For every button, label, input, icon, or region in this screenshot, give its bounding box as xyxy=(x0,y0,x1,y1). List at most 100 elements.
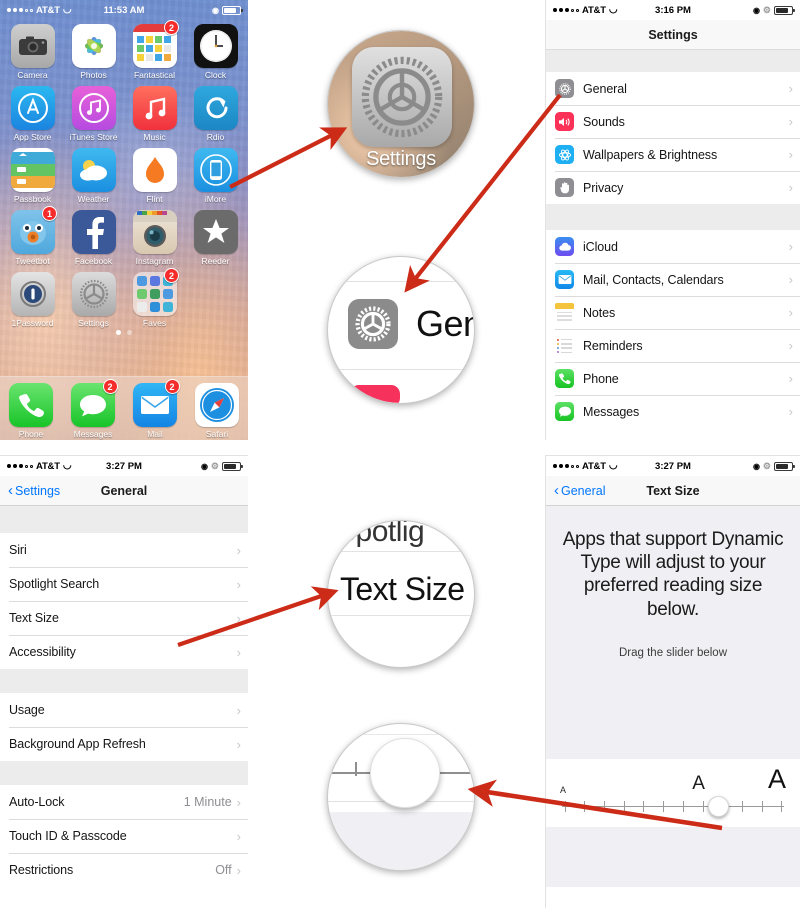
chevron-right-icon: › xyxy=(236,702,241,718)
settings-row-icloud[interactable]: iCloud › xyxy=(546,230,800,263)
settings-row-phone[interactable]: Phone › xyxy=(546,362,800,395)
general-row-touch-id-passcode[interactable]: Touch ID & Passcode › xyxy=(0,819,248,853)
status-right: ◉ xyxy=(212,5,243,15)
folder-faves[interactable]: 2 Faves xyxy=(128,268,181,328)
group-spacer xyxy=(0,669,248,693)
text-size-slider[interactable] xyxy=(560,796,786,817)
settings-group-2: iCloud › Mail, Contacts, Calendars › Not… xyxy=(546,230,800,428)
badge-count: 2 xyxy=(102,379,118,394)
sounds-speaker-icon xyxy=(555,112,574,131)
settings-row-reminders[interactable]: Reminders › xyxy=(546,329,800,362)
magnified-separator xyxy=(328,734,474,735)
magnified-slider-tick xyxy=(355,762,357,776)
row-label: Auto-Lock xyxy=(9,795,65,809)
app-rdio[interactable]: Rdio xyxy=(189,86,242,142)
app-imore[interactable]: iMore xyxy=(189,148,242,204)
app-photos[interactable]: Photos xyxy=(67,24,120,80)
settings-row-sounds[interactable]: Sounds › xyxy=(546,105,800,138)
row-value: Off xyxy=(215,863,232,877)
back-button[interactable]: ‹ General xyxy=(554,483,605,498)
magnified-separator xyxy=(328,281,474,282)
page-title: Settings xyxy=(648,27,698,42)
chevron-right-icon: › xyxy=(788,404,793,419)
settings-row-messages[interactable]: Messages › xyxy=(546,395,800,428)
magnified-footer-area xyxy=(328,812,474,870)
row-label: Accessibility xyxy=(9,645,76,659)
chevron-right-icon: › xyxy=(236,794,241,810)
general-row-siri[interactable]: Siri › xyxy=(0,533,248,567)
rdio-icon xyxy=(193,86,238,130)
app-weather[interactable]: Weather xyxy=(67,148,120,204)
magnified-app-label: Settings xyxy=(366,148,436,170)
badge-count: 2 xyxy=(164,379,180,394)
settings-row-privacy[interactable]: Privacy › xyxy=(546,171,800,204)
app-camera[interactable]: Camera xyxy=(6,24,59,80)
dynamic-type-description: Apps that support Dynamic Type will adju… xyxy=(562,529,784,620)
row-value: 1 Minute xyxy=(183,795,232,809)
app-settings[interactable]: Settings xyxy=(67,272,120,328)
app-instagram[interactable]: Instagram xyxy=(128,210,181,266)
textsize-status-bar: AT&T ◡ 3:27 PM ◉ ⚙ xyxy=(546,456,800,476)
settings-row-wallpapers[interactable]: Wallpapers & Brightness › xyxy=(546,138,800,171)
home-row: 1Password Settings 2 Faves xyxy=(6,268,242,328)
app-label: Safari xyxy=(205,429,229,439)
app-app-store[interactable]: App Store xyxy=(6,86,59,142)
general-row-text-size[interactable]: Text Size › xyxy=(0,601,248,635)
general-row-usage[interactable]: Usage › xyxy=(0,693,248,727)
app-reeder[interactable]: Reeder xyxy=(189,210,242,266)
dock-app-phone[interactable]: Phone xyxy=(5,383,58,439)
general-row-accessibility[interactable]: Accessibility › xyxy=(0,635,248,669)
chevron-right-icon: › xyxy=(788,338,793,353)
magnified-previous-row-label: Spotlig xyxy=(336,520,425,548)
app-flint[interactable]: Flint xyxy=(128,148,181,204)
row-label: Siri xyxy=(9,543,27,557)
chevron-right-icon: › xyxy=(236,862,241,878)
app-1password[interactable]: 1Password xyxy=(6,272,59,328)
phone-icon xyxy=(555,369,574,388)
status-left: AT&T ◡ xyxy=(7,5,72,16)
dock-app-safari[interactable]: Safari xyxy=(191,383,244,439)
panel-settings: AT&T ◡ 3:16 PM ◉ ⚙ Settings General › So… xyxy=(545,0,800,440)
dock-app-messages[interactable]: 2 Messages xyxy=(67,379,120,439)
settings-row-notes[interactable]: Notes › xyxy=(546,296,800,329)
back-button[interactable]: ‹ Settings xyxy=(8,483,60,498)
app-facebook[interactable]: Facebook xyxy=(67,210,120,266)
page-dot[interactable] xyxy=(127,330,132,335)
app-clock[interactable]: Clock xyxy=(189,24,242,80)
settings-row-general[interactable]: General › xyxy=(546,72,800,105)
dock-app-mail[interactable]: 2 Mail xyxy=(129,379,182,439)
app-label: Phone xyxy=(18,429,44,439)
1password-icon xyxy=(10,272,55,316)
slider-tick xyxy=(584,801,586,812)
music-icon xyxy=(132,86,177,130)
chevron-right-icon: › xyxy=(788,114,793,129)
notes-art xyxy=(555,303,574,322)
app-tweetbot[interactable]: 1 Tweetbot xyxy=(6,206,59,266)
general-row-auto-lock[interactable]: Auto-Lock 1 Minute › xyxy=(0,785,248,819)
app-label: Flint xyxy=(146,194,163,204)
chevron-right-icon: › xyxy=(788,371,793,386)
general-row-background-app-refresh[interactable]: Background App Refresh › xyxy=(0,727,248,761)
settings-row-mail[interactable]: Mail, Contacts, Calendars › xyxy=(546,263,800,296)
page-dot-active[interactable] xyxy=(116,330,121,335)
safari-icon xyxy=(195,383,239,427)
wallpapers-icon xyxy=(555,145,574,164)
general-row-spotlight-search[interactable]: Spotlight Search › xyxy=(0,567,248,601)
app-fantastical[interactable]: 2 Fantastical xyxy=(128,20,181,80)
app-music[interactable]: Music xyxy=(128,86,181,142)
badge-count: 1 xyxy=(42,206,57,221)
general-row-restrictions[interactable]: Restrictions Off › xyxy=(0,853,248,887)
battery-icon xyxy=(774,461,795,471)
row-label: Restrictions xyxy=(9,863,74,877)
chevron-right-icon: › xyxy=(788,272,793,287)
app-passbook[interactable]: Passbook xyxy=(6,148,59,204)
app-label: Music xyxy=(143,132,166,142)
carrier-label: AT&T xyxy=(36,460,60,472)
app-itunes-store[interactable]: iTunes Store xyxy=(67,86,120,142)
settings-gear-icon xyxy=(71,272,116,316)
camera-icon xyxy=(10,24,55,68)
app-label: iMore xyxy=(204,194,227,204)
slider-thumb[interactable] xyxy=(707,796,729,817)
magnified-slider-thumb[interactable] xyxy=(370,738,440,808)
panel-general: AT&T ◡ 3:27 PM ◉ ⚙ ‹ Settings General Si… xyxy=(0,455,248,908)
